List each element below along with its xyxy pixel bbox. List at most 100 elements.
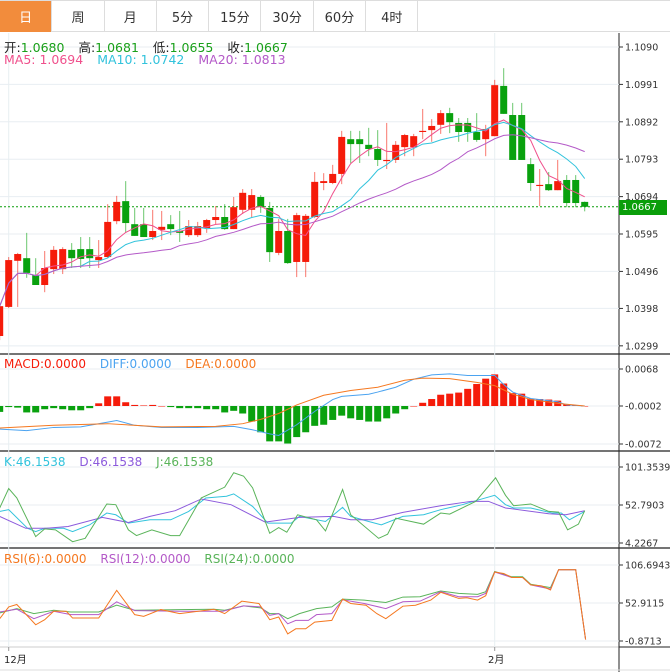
candle-down bbox=[527, 164, 535, 184]
candle-up bbox=[320, 181, 328, 184]
candle-down bbox=[77, 249, 85, 259]
kline-chart[interactable]: 1.10901.09911.08921.07931.06941.05951.04… bbox=[0, 0, 670, 672]
candle-up bbox=[149, 230, 157, 238]
macd-bar bbox=[410, 406, 418, 407]
rsi-tick-label: -0.8713 bbox=[625, 636, 662, 647]
rsi12-value: RSI(12):0.0000 bbox=[100, 552, 191, 566]
macd-bar bbox=[0, 406, 4, 412]
candle-up bbox=[275, 230, 283, 253]
j-line bbox=[0, 472, 586, 543]
candle-down bbox=[131, 224, 139, 236]
macd-legend: MACD:0.0000 DIFF:0.0000 DEA:0.0000 bbox=[4, 357, 266, 371]
candle-up bbox=[59, 249, 67, 270]
diff-value: DIFF:0.0000 bbox=[99, 357, 172, 371]
macd-bar bbox=[338, 406, 346, 416]
macd-bar bbox=[149, 404, 157, 406]
macd-bar bbox=[122, 402, 130, 406]
candle-down bbox=[374, 149, 382, 160]
ma20-value: MA20: 1.0813 bbox=[198, 52, 286, 67]
price-tick-label: 1.0299 bbox=[625, 341, 658, 352]
k-value: K:46.1538 bbox=[4, 455, 66, 469]
candle-up bbox=[383, 159, 391, 162]
price-tick-label: 1.0991 bbox=[625, 80, 658, 91]
candle-down bbox=[68, 249, 76, 259]
macd-bar bbox=[239, 406, 247, 414]
candle-up bbox=[311, 181, 319, 218]
macd-bar bbox=[194, 406, 202, 409]
candle-down bbox=[140, 224, 148, 238]
macd-bar bbox=[41, 406, 49, 410]
candle-up bbox=[419, 130, 427, 133]
macd-bar bbox=[140, 405, 148, 406]
price-tick-label: 1.0398 bbox=[625, 304, 658, 315]
candle-down bbox=[32, 275, 40, 286]
candle-up bbox=[95, 257, 103, 261]
candle-down bbox=[545, 184, 553, 191]
macd-bar bbox=[293, 406, 301, 438]
macd-tick-label: -0.0072 bbox=[625, 440, 662, 451]
macd-bar bbox=[176, 406, 184, 409]
macd-bar bbox=[437, 394, 445, 406]
dea-value: DEA:0.0000 bbox=[185, 357, 257, 371]
macd-bar bbox=[320, 406, 328, 425]
ma-info: MA5: 1.0694 MA10: 1.0742 MA20: 1.0813 bbox=[4, 52, 296, 67]
candle-down bbox=[464, 122, 472, 133]
current-price-tag: 1.0667 bbox=[619, 200, 667, 215]
candle-down bbox=[86, 249, 94, 259]
macd-bar bbox=[419, 402, 427, 406]
macd-bar bbox=[284, 406, 292, 444]
candle-down bbox=[563, 179, 571, 204]
macd-bar bbox=[158, 406, 166, 407]
macd-bar bbox=[212, 406, 220, 410]
ma10-line bbox=[0, 121, 586, 307]
macd-bar bbox=[491, 374, 499, 406]
macd-bar bbox=[86, 406, 94, 409]
candle-up bbox=[293, 215, 301, 262]
candle-up bbox=[437, 113, 445, 125]
macd-bar bbox=[113, 396, 121, 406]
candle-down bbox=[446, 113, 454, 123]
candle-down bbox=[500, 85, 508, 114]
x-label-dec: 12月 bbox=[4, 655, 27, 666]
candle-up bbox=[491, 85, 499, 137]
macd-tick-label: -0.0002 bbox=[625, 402, 662, 413]
macd-bar bbox=[203, 406, 211, 410]
rsi-legend: RSI(6):0.0000 RSI(12):0.0000 RSI(24):0.0… bbox=[4, 552, 305, 566]
macd-bar bbox=[302, 406, 310, 433]
macd-bar bbox=[473, 384, 481, 406]
candle-down bbox=[257, 196, 265, 208]
macd-bar bbox=[374, 406, 382, 422]
rsi-tick-label: 106.6943 bbox=[625, 561, 670, 572]
candle-down bbox=[167, 224, 175, 230]
macd-bar bbox=[266, 406, 274, 442]
macd-bar bbox=[401, 406, 409, 410]
macd-bar bbox=[392, 406, 400, 414]
candle-down bbox=[347, 139, 355, 145]
macd-bar bbox=[347, 406, 355, 419]
kdj-tick-label: 4.2267 bbox=[625, 538, 658, 549]
macd-bar bbox=[14, 406, 22, 408]
candle-up bbox=[536, 184, 544, 187]
macd-bar bbox=[68, 406, 76, 411]
ma20-line bbox=[0, 134, 585, 307]
candle-down bbox=[581, 201, 589, 207]
candle-up bbox=[401, 135, 409, 148]
rsi24-value: RSI(24):0.0000 bbox=[204, 552, 295, 566]
kdj-tick-label: 52.7903 bbox=[625, 500, 664, 511]
macd-bar bbox=[482, 378, 490, 406]
ma5-line bbox=[0, 119, 585, 307]
candle-down bbox=[356, 139, 364, 145]
k-line bbox=[0, 493, 585, 533]
price-tick-label: 1.0793 bbox=[625, 155, 658, 166]
d-value: D:46.1538 bbox=[79, 455, 143, 469]
candle-down bbox=[473, 132, 481, 140]
ma10-value: MA10: 1.0742 bbox=[97, 52, 185, 67]
macd-bar bbox=[23, 406, 31, 413]
candle-up bbox=[428, 125, 436, 131]
macd-bar bbox=[77, 406, 85, 411]
macd-bar bbox=[131, 404, 139, 406]
candle-up bbox=[329, 173, 337, 184]
candle-down bbox=[518, 115, 526, 160]
rsi6-line bbox=[0, 569, 587, 640]
ma5-value: MA5: 1.0694 bbox=[4, 52, 84, 67]
